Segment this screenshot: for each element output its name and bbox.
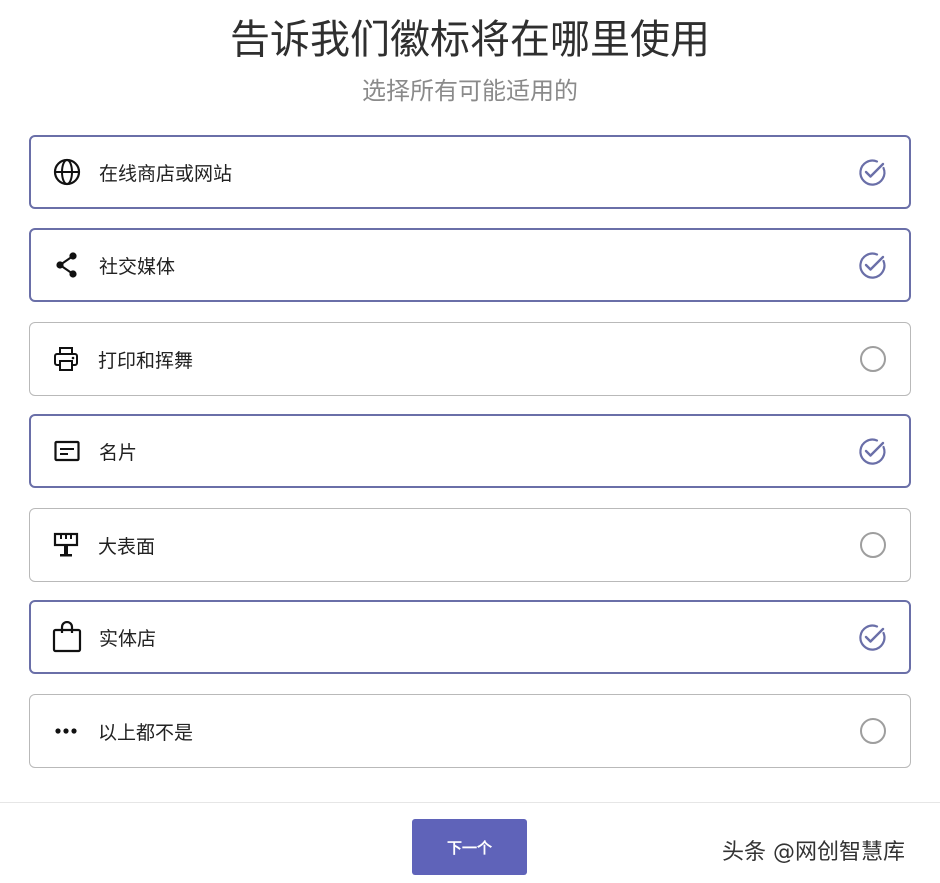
option-label: 社交媒体 [99, 255, 176, 278]
business-card-icon [51, 435, 83, 467]
option-label: 名片 [99, 441, 138, 464]
more-horizontal-icon [50, 715, 82, 747]
option-label: 以上都不是 [98, 721, 194, 744]
billboard-icon [50, 529, 82, 561]
option-label: 在线商店或网站 [99, 162, 233, 185]
next-button[interactable]: 下一个 [412, 819, 527, 875]
check-circle-icon[interactable] [857, 157, 887, 187]
option-large-surface[interactable]: 大表面 [29, 508, 911, 582]
share-icon [51, 249, 83, 281]
footer-divider [0, 802, 940, 803]
check-circle-icon[interactable] [857, 436, 887, 466]
option-online-store[interactable]: 在线商店或网站 [29, 135, 911, 209]
shopping-bag-icon [51, 621, 83, 653]
option-business-card[interactable]: 名片 [29, 414, 911, 488]
option-social-media[interactable]: 社交媒体 [29, 228, 911, 302]
check-circle-icon[interactable] [857, 622, 887, 652]
radio-circle-icon[interactable] [858, 344, 888, 374]
check-circle-icon[interactable] [857, 250, 887, 280]
option-label: 打印和挥舞 [98, 349, 194, 372]
options-list: 在线商店或网站 社交媒体 打印和挥舞 名片 大表面 实体店 以上都不是 [0, 0, 940, 800]
option-print[interactable]: 打印和挥舞 [29, 322, 911, 396]
option-label: 大表面 [98, 535, 156, 558]
option-label: 实体店 [99, 627, 157, 650]
option-physical-store[interactable]: 实体店 [29, 600, 911, 674]
printer-icon [50, 343, 82, 375]
radio-circle-icon[interactable] [858, 530, 888, 560]
globe-icon [51, 156, 83, 188]
radio-circle-icon[interactable] [858, 716, 888, 746]
option-none-of-above[interactable]: 以上都不是 [29, 694, 911, 768]
watermark: 头条 @网创智慧库 [722, 840, 905, 865]
